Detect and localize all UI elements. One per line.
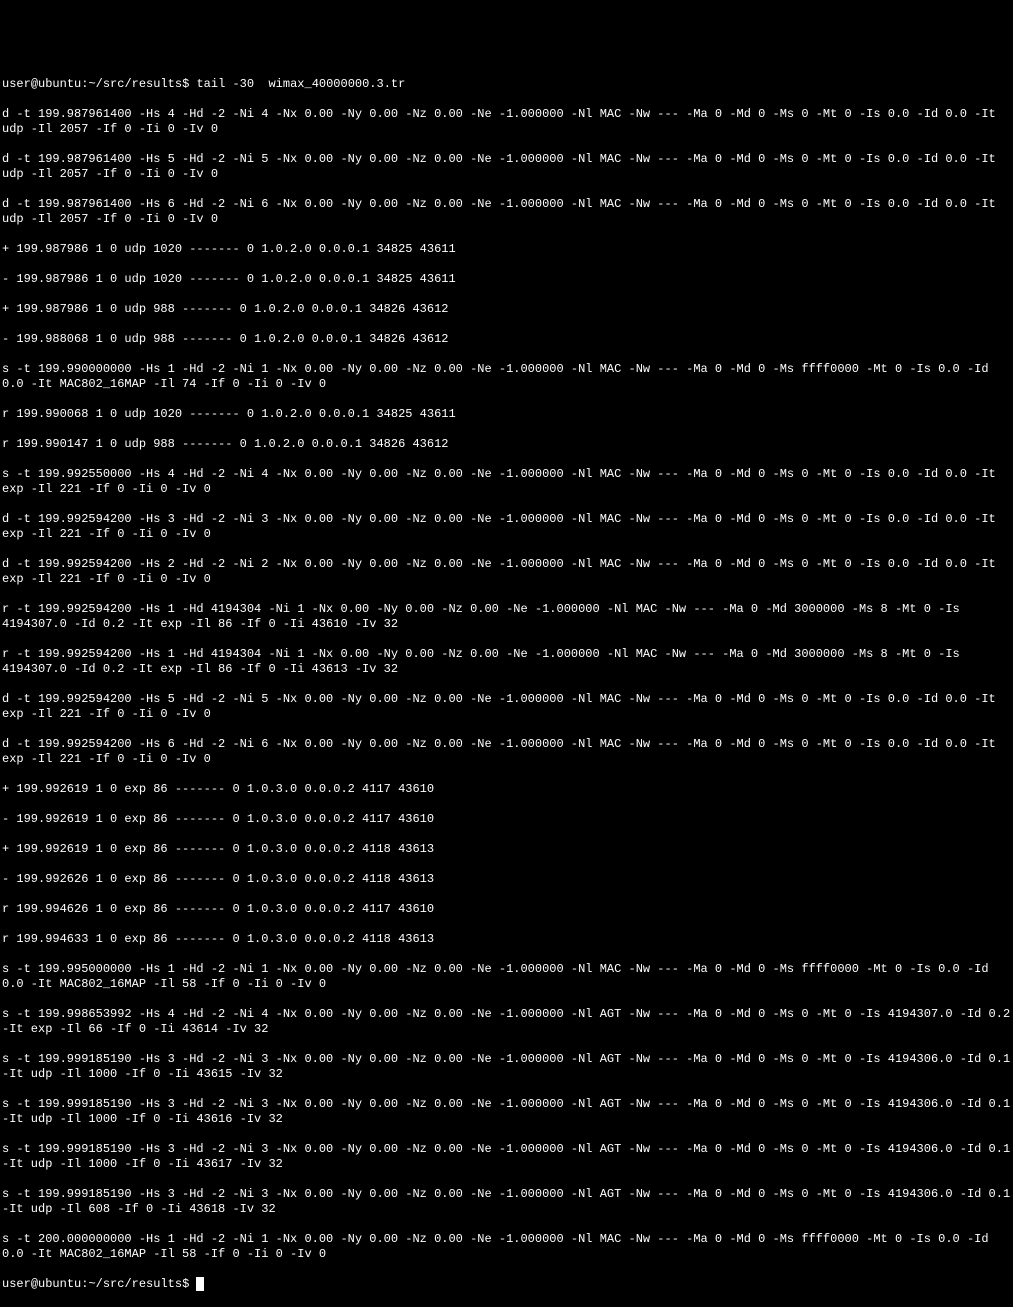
output-line: + 199.987986 1 0 udp 988 ------- 0 1.0.2… bbox=[2, 302, 1011, 317]
output-line: + 199.992619 1 0 exp 86 ------- 0 1.0.3.… bbox=[2, 782, 1011, 797]
output-line: - 199.992619 1 0 exp 86 ------- 0 1.0.3.… bbox=[2, 812, 1011, 827]
cursor-icon bbox=[196, 1277, 204, 1291]
output-line: + 199.992619 1 0 exp 86 ------- 0 1.0.3.… bbox=[2, 842, 1011, 857]
prompt-path: ~/src/results bbox=[88, 1277, 182, 1291]
output-line: r -t 199.992594200 -Hs 1 -Hd 4194304 -Ni… bbox=[2, 602, 1011, 632]
output-line: d -t 199.987961400 -Hs 5 -Hd -2 -Ni 5 -N… bbox=[2, 152, 1011, 182]
output-line: d -t 199.987961400 -Hs 4 -Hd -2 -Ni 4 -N… bbox=[2, 107, 1011, 137]
output-line: s -t 199.999185190 -Hs 3 -Hd -2 -Ni 3 -N… bbox=[2, 1187, 1011, 1217]
output-line: s -t 199.999185190 -Hs 3 -Hd -2 -Ni 3 -N… bbox=[2, 1142, 1011, 1172]
output-line: r 199.990068 1 0 udp 1020 ------- 0 1.0.… bbox=[2, 407, 1011, 422]
output-line: d -t 199.992594200 -Hs 5 -Hd -2 -Ni 5 -N… bbox=[2, 692, 1011, 722]
output-line: s -t 199.992550000 -Hs 4 -Hd -2 -Ni 4 -N… bbox=[2, 467, 1011, 497]
output-line: d -t 199.987961400 -Hs 6 -Hd -2 -Ni 6 -N… bbox=[2, 197, 1011, 227]
output-line: + 199.987986 1 0 udp 1020 ------- 0 1.0.… bbox=[2, 242, 1011, 257]
command-text: tail -30 wimax_40000000.3.tr bbox=[196, 77, 405, 91]
output-line: s -t 199.999185190 -Hs 3 -Hd -2 -Ni 3 -N… bbox=[2, 1052, 1011, 1082]
prompt-dollar: $ bbox=[182, 77, 196, 91]
terminal-window[interactable]: user@ubuntu:~/src/results$ tail -30 wima… bbox=[2, 62, 1011, 734]
output-line: - 199.987986 1 0 udp 1020 ------- 0 1.0.… bbox=[2, 272, 1011, 287]
output-line: - 199.992626 1 0 exp 86 ------- 0 1.0.3.… bbox=[2, 872, 1011, 887]
output-line: r 199.994626 1 0 exp 86 ------- 0 1.0.3.… bbox=[2, 902, 1011, 917]
output-line: - 199.988068 1 0 udp 988 ------- 0 1.0.2… bbox=[2, 332, 1011, 347]
output-line: s -t 200.000000000 -Hs 1 -Hd -2 -Ni 1 -N… bbox=[2, 1232, 1011, 1262]
output-line: d -t 199.992594200 -Hs 6 -Hd -2 -Ni 6 -N… bbox=[2, 737, 1011, 767]
output-line: r -t 199.992594200 -Hs 1 -Hd 4194304 -Ni… bbox=[2, 647, 1011, 677]
output-line: d -t 199.992594200 -Hs 2 -Hd -2 -Ni 2 -N… bbox=[2, 557, 1011, 587]
prompt-path: ~/src/results bbox=[88, 77, 182, 91]
prompt-dollar: $ bbox=[182, 1277, 196, 1291]
output-line: s -t 199.999185190 -Hs 3 -Hd -2 -Ni 3 -N… bbox=[2, 1097, 1011, 1127]
prompt-host: ubuntu bbox=[38, 77, 81, 91]
command-line: user@ubuntu:~/src/results$ tail -30 wima… bbox=[2, 77, 1011, 92]
output-line: s -t 199.995000000 -Hs 1 -Hd -2 -Ni 1 -N… bbox=[2, 962, 1011, 992]
prompt-line[interactable]: user@ubuntu:~/src/results$ bbox=[2, 1277, 1011, 1292]
prompt-user: user bbox=[2, 1277, 31, 1291]
prompt-user: user bbox=[2, 77, 31, 91]
output-line: s -t 199.990000000 -Hs 1 -Hd -2 -Ni 1 -N… bbox=[2, 362, 1011, 392]
output-line: r 199.994633 1 0 exp 86 ------- 0 1.0.3.… bbox=[2, 932, 1011, 947]
output-line: r 199.990147 1 0 udp 988 ------- 0 1.0.2… bbox=[2, 437, 1011, 452]
prompt-host: ubuntu bbox=[38, 1277, 81, 1291]
output-line: d -t 199.992594200 -Hs 3 -Hd -2 -Ni 3 -N… bbox=[2, 512, 1011, 542]
output-line: s -t 199.998653992 -Hs 4 -Hd -2 -Ni 4 -N… bbox=[2, 1007, 1011, 1037]
